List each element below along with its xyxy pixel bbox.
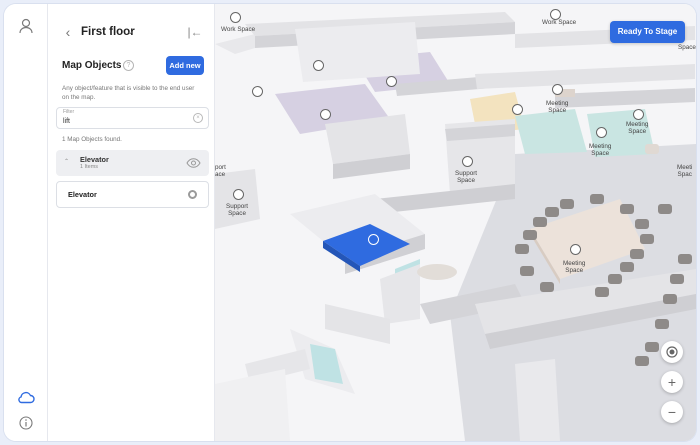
lightbulb-icon <box>252 86 263 97</box>
list-item[interactable]: Elevator <box>56 181 209 208</box>
lightbulb-icon <box>313 60 324 71</box>
results-count: 1 Map Objects found. <box>62 136 122 143</box>
support-space-icon <box>233 189 244 200</box>
locate-icon[interactable] <box>188 190 197 199</box>
map-label: Meeti Spac <box>677 164 693 178</box>
map-label: Meeting Space <box>589 143 612 157</box>
item-name: Elevator <box>68 190 97 199</box>
add-new-button[interactable]: Add new <box>166 56 204 75</box>
map-label: Work Space <box>542 19 577 26</box>
recenter-icon[interactable] <box>661 341 683 363</box>
cloud-icon[interactable] <box>16 387 36 407</box>
meeting-space-icon <box>596 127 607 138</box>
map-label: port ace <box>215 164 226 178</box>
map-objects-panel: ‹ First floor ⌄ |← Map Objects ? Add new… <box>48 4 215 441</box>
lightbulb-icon <box>512 104 523 115</box>
user-icon[interactable] <box>16 16 36 36</box>
collapse-panel-icon[interactable]: |← <box>187 23 203 41</box>
zoom-in-icon[interactable]: + <box>661 371 683 393</box>
panel-description: Any object/feature that is visible to th… <box>62 85 195 101</box>
meeting-space-icon <box>552 84 563 95</box>
map-label: Support Space <box>455 170 478 184</box>
app-window: ‹ First floor ⌄ |← Map Objects ? Add new… <box>4 4 696 441</box>
meeting-space-icon <box>633 109 644 120</box>
elevator-icon[interactable] <box>368 234 379 245</box>
chevron-down-icon[interactable]: ⌄ <box>126 23 138 41</box>
map-label: Work Space <box>221 26 256 33</box>
zoom-out-icon[interactable]: − <box>661 401 683 423</box>
work-space-icon <box>230 12 241 23</box>
nav-rail <box>4 4 48 441</box>
map-label: Space <box>678 44 696 51</box>
map-label: Meeting Space <box>546 100 569 114</box>
meeting-room <box>515 109 587 154</box>
support-space-icon <box>462 156 473 167</box>
meeting-space-icon <box>570 244 581 255</box>
map-canvas[interactable]: Work Space Work Space Space Support Spac… <box>215 4 696 441</box>
panel-title: Map Objects <box>62 60 122 71</box>
floor-selector: ‹ First floor ⌄ |← <box>48 20 215 44</box>
filter-value[interactable]: lift <box>63 117 70 126</box>
lightbulb-icon <box>386 76 397 87</box>
clear-icon[interactable]: × <box>193 113 203 123</box>
eye-icon[interactable] <box>186 158 201 168</box>
object-group[interactable]: ⌃ Elevator 1 Items <box>56 150 209 176</box>
filter-label: Filter <box>63 109 75 115</box>
chevron-up-icon[interactable]: ⌃ <box>64 158 69 166</box>
floor-plan <box>215 4 696 441</box>
map-label: Meeting Space <box>563 260 586 274</box>
group-name: Elevator <box>80 155 109 164</box>
map-label: Meeting Space <box>626 121 649 135</box>
info-icon[interactable] <box>16 413 36 433</box>
lightbulb-icon <box>320 109 331 120</box>
map-label: Support Space <box>226 203 249 217</box>
ready-to-stage-button[interactable]: Ready To Stage <box>610 21 685 43</box>
help-icon[interactable]: ? <box>123 60 134 71</box>
filter-input[interactable]: Filter lift × <box>56 107 209 129</box>
group-count: 1 Items <box>80 164 99 170</box>
chevron-left-icon[interactable]: ‹ <box>60 23 76 41</box>
